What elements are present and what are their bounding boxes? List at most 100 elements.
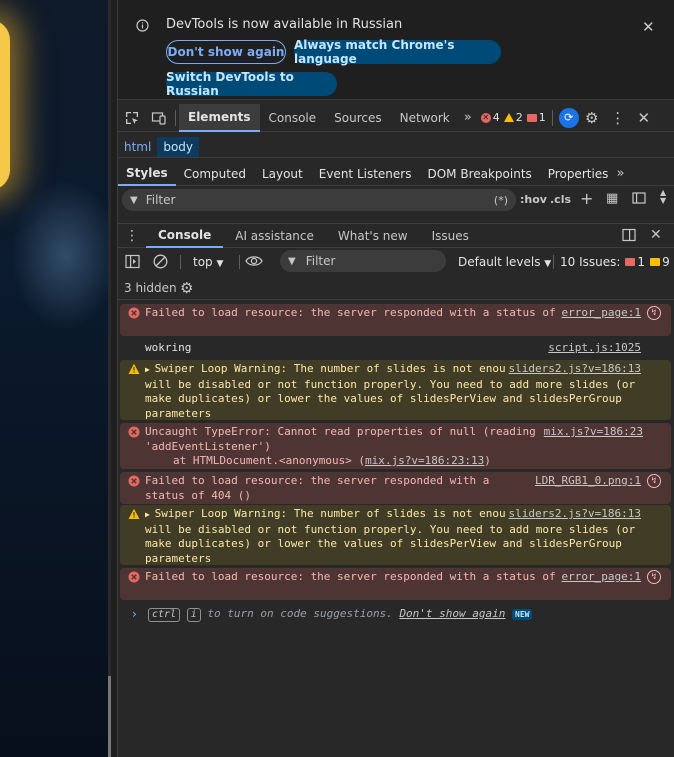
message-text: Failed to load resource: the server resp… xyxy=(145,306,602,319)
warning-triangle-icon xyxy=(128,363,140,375)
console-message-warning[interactable]: ▶ Swiper Loop Warning: The number of sli… xyxy=(120,505,671,565)
close-drawer-icon[interactable]: ✕ xyxy=(650,227,662,243)
subtab-event-listeners[interactable]: Event Listeners xyxy=(311,162,420,186)
hidden-messages-bar: 3 hidden ⚙ xyxy=(118,276,674,300)
always-match-language-button[interactable]: Always match Chrome's language xyxy=(294,38,501,66)
subtab-computed[interactable]: Computed xyxy=(176,162,254,186)
console-prompt[interactable]: › ctrl i to turn on code suggestions. Do… xyxy=(118,605,674,625)
webpage-background xyxy=(0,0,111,757)
more-options-icon[interactable]: ⋮ xyxy=(605,109,631,127)
subtab-dom-breakpoints[interactable]: DOM Breakpoints xyxy=(419,162,539,186)
hover-state-toggle[interactable]: :hov xyxy=(520,193,547,206)
hidden-count: 3 hidden xyxy=(124,281,177,295)
dont-show-again-button[interactable]: Don't show again xyxy=(166,40,286,64)
devtools-panel: DevTools is now available in Russian ✕ D… xyxy=(117,0,674,757)
filter-funnel-icon: ▼ xyxy=(288,255,296,267)
context-selector[interactable]: top ▼ xyxy=(193,255,223,269)
network-request-icon[interactable]: ↯ xyxy=(647,570,661,584)
expand-triangle-icon[interactable]: ▶ xyxy=(145,365,155,374)
expand-triangle-icon[interactable]: ▶ xyxy=(145,510,155,519)
stack-frame-link[interactable]: mix.js?v=186:23:13 xyxy=(365,454,484,467)
live-expression-eye-icon[interactable] xyxy=(245,254,263,268)
message-text: Failed to load resource: the server resp… xyxy=(145,570,602,583)
add-rule-icon[interactable]: + xyxy=(580,189,593,208)
console-message-error[interactable]: Failed to load resource: the server resp… xyxy=(120,304,671,336)
warning-count-badge[interactable]: 2 xyxy=(503,111,523,124)
styles-subtabs: Styles Computed Layout Event Listeners D… xyxy=(118,162,674,186)
warning-triangle-icon xyxy=(128,508,140,520)
switch-devtools-russian-button[interactable]: Switch DevTools to Russian xyxy=(166,70,337,98)
inspect-element-icon[interactable] xyxy=(118,104,146,132)
log-levels-dropdown[interactable]: Default levels ▼ xyxy=(458,255,551,269)
filter-funnel-icon: ▼ xyxy=(130,194,138,206)
drawer-tab-whats-new[interactable]: What's new xyxy=(326,224,420,248)
close-icon[interactable]: ✕ xyxy=(642,18,655,36)
message-source-link[interactable]: script.js:1025 xyxy=(548,341,641,356)
breadcrumb-body[interactable]: body xyxy=(157,136,200,157)
drawer-tab-ai-assistance[interactable]: AI assistance xyxy=(223,224,326,248)
styles-filter-input[interactable]: ▼ Filter (*) xyxy=(122,189,516,211)
info-icon xyxy=(136,19,149,32)
tab-network[interactable]: Network xyxy=(391,104,459,132)
network-request-icon[interactable]: ↯ xyxy=(647,306,661,320)
console-message-log[interactable]: wokring script.js:1025 xyxy=(120,339,671,359)
error-count-badge[interactable]: ✕ 4 xyxy=(480,111,500,124)
clear-console-icon[interactable] xyxy=(153,254,168,269)
network-request-icon[interactable]: ↯ xyxy=(647,474,661,488)
message-source-link[interactable]: LDR_RGB1_0.png:1 xyxy=(535,474,641,489)
issue-warning-count: 9 xyxy=(662,255,670,269)
styles-filter-bar: ▼ Filter (*) :hov .cls + ▦ ▲ ▼ xyxy=(118,189,674,213)
subtab-layout[interactable]: Layout xyxy=(254,162,311,186)
issues-counter[interactable]: 10 Issues: 1 9 xyxy=(560,255,670,269)
console-message-error[interactable]: Uncaught TypeError: Cannot read properti… xyxy=(120,423,671,469)
console-filter-input[interactable]: ▼ Filter xyxy=(280,250,446,272)
tab-console[interactable]: Console xyxy=(260,104,326,132)
device-toolbar-icon[interactable] xyxy=(146,104,172,132)
more-subtabs-chevron-icon[interactable]: » xyxy=(616,166,624,181)
console-settings-gear-icon[interactable]: ⚙ xyxy=(180,279,193,297)
console-message-error[interactable]: Failed to load resource: the server resp… xyxy=(120,568,671,600)
console-message-warning[interactable]: ▶ Swiper Loop Warning: The number of sli… xyxy=(120,360,671,420)
subtab-styles[interactable]: Styles xyxy=(118,162,176,186)
class-toggle[interactable]: .cls xyxy=(550,193,571,206)
sync-icon[interactable]: ⟳ xyxy=(558,107,579,128)
tab-sources[interactable]: Sources xyxy=(325,104,390,132)
issue-warning-icon xyxy=(650,258,661,266)
console-filter-placeholder: Filter xyxy=(305,254,336,268)
match-all-toggle[interactable]: (*) xyxy=(494,194,508,207)
stack-frame-text: at HTMLDocument.<anonymous> ( xyxy=(173,454,366,467)
dropdown-arrow-icon: ▼ xyxy=(216,259,224,269)
error-circle-icon xyxy=(128,475,140,487)
issue-error-count: 1 xyxy=(637,255,646,269)
drawer-tab-issues[interactable]: Issues xyxy=(420,224,481,248)
drawer-menu-icon[interactable]: ⋮ xyxy=(118,228,146,244)
message-source-link[interactable]: sliders2.js?v=186:13 xyxy=(504,362,641,377)
close-devtools-icon[interactable]: ✕ xyxy=(631,109,657,127)
console-message-error[interactable]: Failed to load resource: the server resp… xyxy=(120,472,671,504)
tab-elements[interactable]: Elements xyxy=(179,103,260,132)
ctrl-key: ctrl xyxy=(148,608,181,622)
code-suggestions-hint: ctrl i to turn on code suggestions. Don'… xyxy=(148,607,533,622)
dock-drawer-icon[interactable] xyxy=(622,228,636,242)
more-tabs-chevron-icon[interactable]: » xyxy=(459,110,477,125)
settings-gear-icon[interactable]: ⚙ xyxy=(579,109,605,127)
show-sidebar-icon[interactable] xyxy=(125,254,140,269)
issue-error-icon xyxy=(625,258,636,266)
message-source-link[interactable]: mix.js?v=186:23 xyxy=(544,425,643,440)
drawer-tabbar: ⋮ Console AI assistance What's new Issue… xyxy=(118,223,674,248)
paint-brush-icon[interactable]: ▦ xyxy=(606,191,618,206)
message-source-link[interactable]: error_page:1 xyxy=(557,306,641,321)
hint-text: to turn on code suggestions. xyxy=(207,607,393,620)
dont-show-again-link[interactable]: Don't show again xyxy=(399,607,505,620)
infobar-message: DevTools is now available in Russian xyxy=(166,17,403,32)
breadcrumb-html[interactable]: html xyxy=(118,137,157,157)
message-source-link[interactable]: error_page:1 xyxy=(557,570,641,585)
message-source-link[interactable]: sliders2.js?v=186:13 xyxy=(504,507,641,522)
issues-count-badge[interactable]: 1 xyxy=(526,111,546,124)
drawer-tab-console[interactable]: Console xyxy=(146,224,224,248)
error-circle-icon xyxy=(128,426,140,438)
panel-scrollbar[interactable]: ▲ ▼ xyxy=(660,189,666,205)
breadcrumb: html body xyxy=(118,136,674,158)
toggle-sidebar-icon[interactable] xyxy=(632,191,646,205)
subtab-properties[interactable]: Properties xyxy=(540,162,617,186)
